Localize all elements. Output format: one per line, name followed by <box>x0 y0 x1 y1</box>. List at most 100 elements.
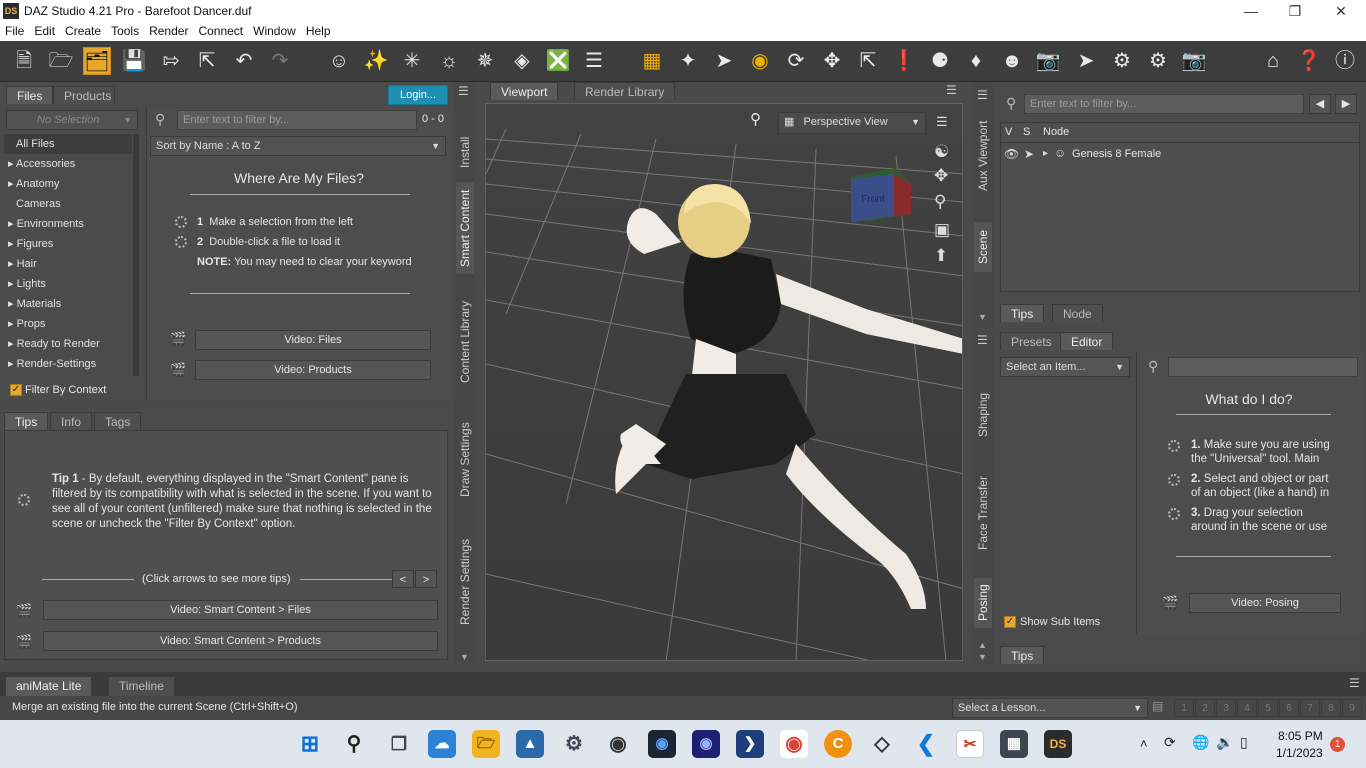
calculator-icon[interactable]: ▦ <box>1000 730 1028 758</box>
clock-time[interactable]: 8:05 PM <box>1278 729 1323 743</box>
next-tip-button[interactable]: > <box>415 570 437 588</box>
menu-render[interactable]: Render <box>144 23 193 38</box>
joint-editor-icon[interactable]: ❗ <box>890 47 918 75</box>
menu-connect[interactable]: Connect <box>193 23 248 38</box>
render-gear-icon[interactable]: ⚙ <box>1144 47 1172 75</box>
lesson-page[interactable]: 3 <box>1216 699 1236 717</box>
daz-studio-taskbar-icon[interactable]: DS <box>1044 730 1072 758</box>
tree-item-cameras[interactable]: Cameras <box>16 194 61 214</box>
scene-node-genesis[interactable]: Genesis 8 Female <box>1072 148 1161 160</box>
scene-prev-button[interactable]: ◀ <box>1309 94 1331 114</box>
figure-tool-icon[interactable]: ☻ <box>998 47 1026 75</box>
zoom-icon[interactable]: ⚲ <box>934 192 946 212</box>
tab-presets[interactable]: Presets <box>1000 332 1063 350</box>
panel-menu-icon[interactable]: ☰ <box>458 84 469 98</box>
linear-light-icon[interactable]: ✵ <box>471 47 499 75</box>
obs-icon[interactable]: ◉ <box>604 730 632 758</box>
group-icon[interactable]: ☺ <box>325 47 353 75</box>
app-icon[interactable]: ◉ <box>648 730 676 758</box>
video-products-button[interactable]: Video: Products <box>195 360 431 380</box>
vtab-shaping[interactable]: Shaping <box>974 380 992 450</box>
scroll-up-icon[interactable]: ▲ <box>978 640 987 650</box>
menu-window[interactable]: Window <box>248 23 301 38</box>
morph-tool-icon[interactable]: ⚈ <box>926 47 954 75</box>
tab-tags[interactable]: Tags <box>94 412 142 430</box>
camera-tool-icon[interactable]: 📷 <box>1034 47 1062 75</box>
unity-icon[interactable]: ◇ <box>868 730 896 758</box>
pointer-icon[interactable]: ➤ <box>1024 147 1034 161</box>
save-icon[interactable]: 💾 <box>120 47 148 75</box>
show-sub-items-checkbox[interactable]: ✓ <box>1004 616 1016 628</box>
minimize-button[interactable]: — <box>1228 0 1274 23</box>
home-icon[interactable]: ⌂ <box>1259 47 1287 75</box>
merge-file-icon[interactable]: 🗂 <box>83 47 111 75</box>
grid-icon[interactable]: ▦ <box>638 47 666 75</box>
vtab-draw-settings[interactable]: Draw Settings <box>456 412 474 507</box>
universal-select-icon[interactable]: ◉ <box>746 47 774 75</box>
sort-dropdown[interactable]: Sort by Name : A to Z ▼ <box>150 136 446 156</box>
video-posing-button[interactable]: Video: Posing <box>1189 593 1341 613</box>
tree-item-render-settings[interactable]: ▸ Render-Settings <box>8 354 96 374</box>
new-file-icon[interactable]: 🗎 <box>10 47 38 75</box>
tab-render-library[interactable]: Render Library <box>574 82 676 100</box>
menu-help[interactable]: Help <box>301 23 336 38</box>
tab-files[interactable]: Files <box>6 86 54 104</box>
tab-viewport[interactable]: Viewport <box>490 82 559 100</box>
menu-create[interactable]: Create <box>60 23 106 38</box>
vtab-face-transfer[interactable]: Face Transfer <box>974 465 992 560</box>
menu-tools[interactable]: Tools <box>106 23 144 38</box>
close-button[interactable]: ✕ <box>1318 0 1364 23</box>
point-light-icon[interactable]: ☼ <box>435 47 463 75</box>
video-files-button[interactable]: Video: Files <box>195 330 431 350</box>
powershell-icon[interactable]: ❯ <box>736 730 764 758</box>
lesson-page[interactable]: 2 <box>1195 699 1215 717</box>
vtab-install[interactable]: Install <box>456 112 474 192</box>
app-icon[interactable]: ◉ <box>692 730 720 758</box>
scale-tool-icon[interactable]: ⇱ <box>854 47 882 75</box>
file-explorer-icon[interactable]: 🗁 <box>472 730 500 758</box>
snipping-tool-icon[interactable]: ✂ <box>956 730 984 758</box>
selection-dropdown[interactable]: No Selection ▼ <box>6 110 138 130</box>
tree-item-hair[interactable]: ▸ Hair <box>8 254 37 274</box>
reset-view-icon[interactable]: ⬆ <box>934 246 948 266</box>
panel-menu-icon[interactable]: ☰ <box>977 88 988 102</box>
chrome-icon[interactable]: ◉ <box>780 730 808 758</box>
tree-item-figures[interactable]: ▸ Figures <box>8 234 53 254</box>
chevron-up-icon[interactable]: ˄ <box>1140 736 1148 751</box>
expand-icon[interactable]: ▸ <box>1043 148 1048 159</box>
tree-item-anatomy[interactable]: ▸ Anatomy <box>8 174 59 194</box>
item-select-dropdown[interactable]: Select an Item... ▼ <box>1000 357 1130 377</box>
task-view-icon[interactable]: ❐ <box>385 730 413 758</box>
tree-item-props[interactable]: ▸ Props <box>8 314 45 334</box>
vtab-smart-content[interactable]: Smart Content <box>456 182 474 274</box>
tab-products[interactable]: Products <box>53 86 115 104</box>
vtab-content-library[interactable]: Content Library <box>456 292 474 392</box>
node-tool-icon[interactable]: ◈ <box>508 47 536 75</box>
tree-item-ready-to-render[interactable]: ▸ Ready to Render <box>8 334 100 354</box>
render-settings-icon[interactable]: ⚙ <box>1108 47 1136 75</box>
app-c-icon[interactable]: C <box>824 730 852 758</box>
filter-input[interactable]: Enter text to filter by... <box>177 110 417 130</box>
export-icon[interactable]: ⇱ <box>193 47 221 75</box>
help-icon[interactable]: ⓘ <box>1331 47 1359 75</box>
lesson-page[interactable]: 4 <box>1237 699 1257 717</box>
orbit-icon[interactable]: ☯ <box>934 142 949 162</box>
lesson-page[interactable]: 5 <box>1258 699 1278 717</box>
panel-menu-icon[interactable]: ☰ <box>1349 676 1360 690</box>
rotate-tool-icon[interactable]: ⟳ <box>782 47 810 75</box>
frame-icon[interactable]: ▣ <box>934 220 950 240</box>
video-smart-content-products-button[interactable]: Video: Smart Content > Products <box>43 631 438 651</box>
volume-icon[interactable]: 🔉 <box>1216 734 1233 751</box>
battery-icon[interactable]: ▯ <box>1240 734 1248 751</box>
vtab-scene[interactable]: Scene <box>974 222 992 272</box>
scene-next-button[interactable]: ▶ <box>1335 94 1357 114</box>
surface-tool-icon[interactable]: ♦ <box>962 47 990 75</box>
lesson-page[interactable]: 9 <box>1342 699 1362 717</box>
clock-date[interactable]: 1/1/2023 <box>1276 746 1323 760</box>
filter-by-context-checkbox[interactable]: ✓ <box>10 384 22 396</box>
prev-tip-button[interactable]: < <box>392 570 414 588</box>
lesson-page[interactable]: 8 <box>1321 699 1341 717</box>
photos-icon[interactable]: ▲ <box>516 730 544 758</box>
viewport-options-icon[interactable]: ☰ <box>936 114 948 130</box>
pan-icon[interactable]: ✥ <box>934 166 948 186</box>
